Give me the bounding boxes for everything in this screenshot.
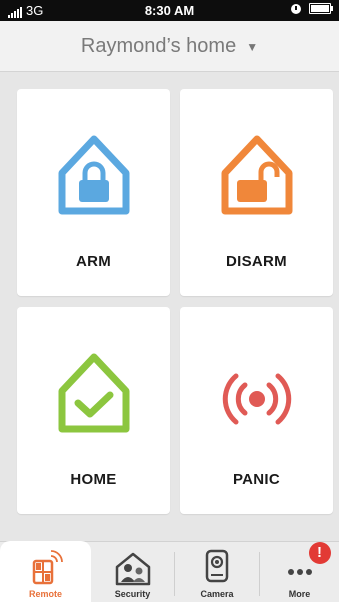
status-time: 8:30 AM — [144, 3, 195, 18]
location-selector[interactable]: Raymond’s home ▼ — [0, 21, 339, 72]
panic-signal-icon — [222, 373, 291, 425]
status-bar: 3G 8:30 AM — [0, 0, 339, 21]
tab-security-label: Security — [114, 589, 151, 599]
locked-house-icon — [58, 135, 129, 215]
tab-security[interactable]: Security — [91, 542, 174, 602]
notification-badge: ! — [308, 542, 331, 564]
tab-camera[interactable]: Camera — [175, 542, 259, 602]
location-title: Raymond’s home — [80, 34, 237, 57]
tab-bar: Remote Security Camera ! More — [0, 541, 339, 602]
security-icon — [115, 552, 150, 586]
home-mode-button[interactable]: HOME — [17, 307, 170, 514]
unlocked-house-icon — [221, 135, 292, 215]
disarm-button[interactable]: DISARM — [180, 89, 333, 296]
tab-remote-label: Remote — [28, 589, 62, 599]
arm-button[interactable]: ARM — [17, 89, 170, 296]
home-label: HOME — [70, 471, 117, 488]
arm-label: ARM — [75, 253, 112, 270]
remote-icon — [32, 550, 63, 585]
tab-more-label: More — [288, 589, 311, 599]
disarm-label: DISARM — [226, 253, 287, 270]
battery-icon — [309, 3, 333, 14]
panic-label: PANIC — [232, 471, 281, 488]
tab-camera-label: Camera — [200, 589, 234, 599]
alarm-clock-icon — [291, 3, 301, 14]
chevron-down-icon: ▼ — [246, 40, 259, 54]
panic-button[interactable]: PANIC — [180, 307, 333, 514]
tab-more[interactable]: ! More — [260, 542, 339, 602]
tab-remote[interactable]: Remote — [0, 541, 91, 602]
check-house-icon — [58, 353, 129, 433]
camera-icon — [205, 549, 229, 583]
